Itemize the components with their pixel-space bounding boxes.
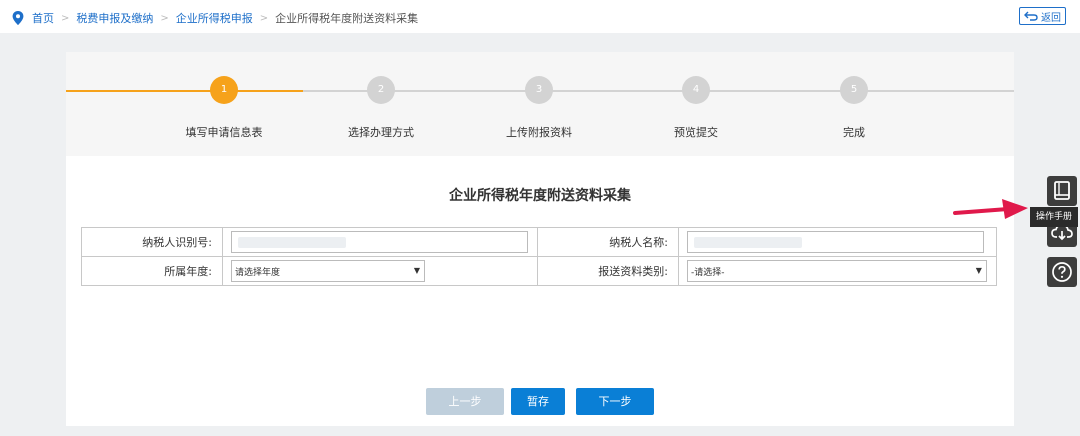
return-arrow-icon [1024, 11, 1038, 21]
doc-type-label: 报送资料类别: [536, 256, 679, 286]
progress-steps: 1 填写申请信息表 2 选择办理方式 3 上传附报资料 4 预览提交 5 完成 [66, 52, 1014, 156]
step-upload-docs: 3 上传附报资料 [479, 76, 599, 140]
prev-step-button[interactable]: 上一步 [426, 388, 504, 415]
help-button[interactable] [1047, 257, 1077, 287]
step-label: 填写申请信息表 [185, 126, 263, 139]
breadcrumb-separator: > [160, 12, 169, 24]
doc-type-select[interactable]: -请选择- ▼ [686, 260, 987, 282]
year-cell: 请选择年度 ▼ [222, 256, 538, 286]
back-button-label: 返回 [1041, 12, 1061, 24]
taxpayer-name-cell [677, 227, 998, 257]
info-form: 纳税人识别号: 纳税人名称: 所属年度: 请选择年度 ▼ 报送资料类别: -请选… [81, 227, 998, 286]
book-icon [1054, 181, 1070, 200]
step-number: 4 [682, 76, 710, 104]
breadcrumb-separator: > [259, 12, 269, 24]
taxpayer-name-field[interactable] [686, 231, 984, 253]
breadcrumb: 首页 > 税费申报及缴纳 > 企业所得税申报 > 企业所得税年度附送资料采集 [12, 10, 418, 26]
taxpayer-id-label: 纳税人识别号: [81, 227, 223, 257]
save-draft-button[interactable]: 暂存 [511, 388, 565, 415]
breadcrumb-separator: > [61, 12, 70, 24]
annotation-arrow [953, 199, 1028, 219]
form-row: 纳税人识别号: 纳税人名称: [81, 227, 998, 257]
step-complete: 5 完成 [794, 76, 914, 140]
step-label: 选择办理方式 [348, 126, 414, 139]
year-select[interactable]: 请选择年度 ▼ [231, 260, 425, 282]
step-choose-method: 2 选择办理方式 [321, 76, 441, 140]
year-label: 所属年度: [81, 256, 223, 286]
taxpayer-name-label: 纳税人名称: [536, 227, 679, 257]
step-fill-form: 1 填写申请信息表 [164, 76, 284, 140]
dropdown-caret-icon: ▼ [413, 266, 420, 275]
step-label: 预览提交 [674, 126, 718, 139]
breadcrumb-tax-filing[interactable]: 税费申报及缴纳 [76, 10, 153, 26]
step-label: 完成 [843, 126, 865, 139]
main-card: 1 填写申请信息表 2 选择办理方式 3 上传附报资料 4 预览提交 5 完成 … [66, 52, 1014, 426]
step-preview-submit: 4 预览提交 [636, 76, 756, 140]
step-number: 5 [840, 76, 868, 104]
top-bar: 首页 > 税费申报及缴纳 > 企业所得税申报 > 企业所得税年度附送资料采集 返… [0, 0, 1080, 33]
step-number: 3 [525, 76, 553, 104]
question-mark-icon [1052, 262, 1072, 282]
step-label: 上传附报资料 [506, 126, 572, 139]
back-button[interactable]: 返回 [1019, 7, 1066, 25]
redacted-value [693, 237, 802, 248]
doc-type-cell: -请选择- ▼ [677, 256, 998, 286]
manual-tooltip: 操作手册 [1030, 207, 1078, 227]
dropdown-caret-icon: ▼ [975, 266, 982, 275]
doc-type-select-value: -请选择- [690, 267, 725, 278]
form-title: 企业所得税年度附送资料采集 [449, 188, 631, 204]
form-row: 所属年度: 请选择年度 ▼ 报送资料类别: -请选择- ▼ [81, 256, 998, 286]
taxpayer-id-field[interactable] [231, 231, 528, 253]
next-step-button[interactable]: 下一步 [576, 388, 654, 415]
breadcrumb-cit-filing[interactable]: 企业所得税申报 [176, 10, 253, 26]
manual-button[interactable] [1047, 176, 1077, 206]
step-number: 2 [367, 76, 395, 104]
breadcrumb-current: 企业所得税年度附送资料采集 [275, 12, 419, 25]
year-select-value: 请选择年度 [235, 267, 281, 278]
step-number: 1 [210, 76, 238, 104]
redacted-value [238, 237, 346, 248]
action-buttons: 上一步 暂存 下一步 [66, 388, 1014, 415]
breadcrumb-home[interactable]: 首页 [32, 10, 54, 26]
taxpayer-id-cell [222, 227, 538, 257]
location-pin-icon [12, 11, 24, 25]
